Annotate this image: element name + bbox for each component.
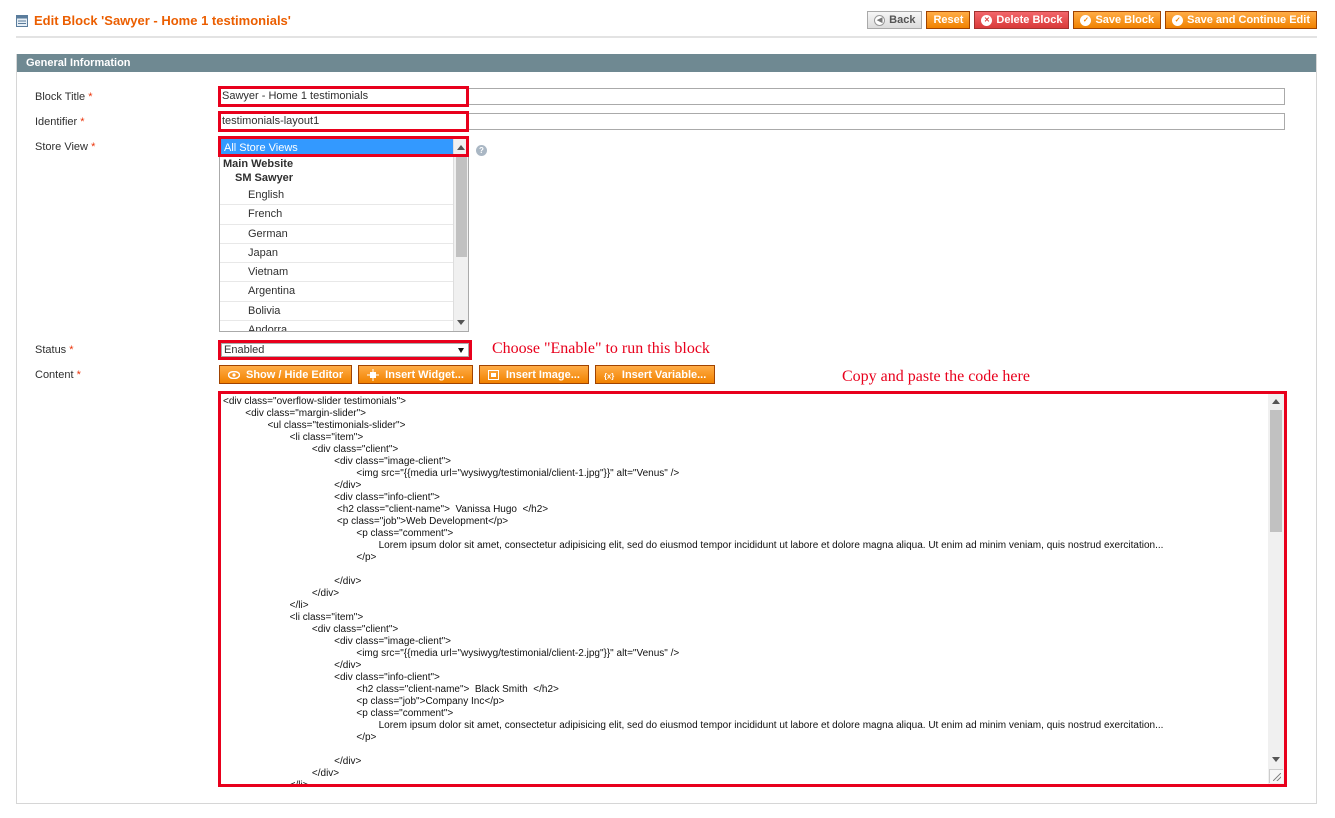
insert-variable-button[interactable]: {x} Insert Variable... (594, 365, 716, 384)
store-view-label: Store View * (35, 141, 96, 153)
help-icon[interactable]: ? (476, 145, 487, 156)
scroll-down-arrow-icon[interactable] (457, 320, 465, 325)
status-annotation: Choose "Enable" to run this block (492, 340, 710, 357)
check-icon: ✓ (1080, 14, 1092, 26)
save-button-label: Save Block (1095, 14, 1155, 26)
highlight-box (218, 86, 469, 107)
highlight-box (218, 391, 1287, 787)
store-view-option[interactable]: German (220, 225, 454, 244)
block-title-label: Block Title * (35, 91, 93, 103)
page-header: Edit Block 'Sawyer - Home 1 testimonials… (16, 8, 1317, 38)
highlight-box (218, 340, 472, 360)
page-title: Edit Block 'Sawyer - Home 1 testimonials… (34, 13, 291, 28)
insert-image-button[interactable]: Insert Image... (478, 365, 589, 384)
store-view-option[interactable]: Argentina (220, 282, 454, 302)
insert-variable-label: Insert Variable... (621, 368, 707, 381)
check-icon: ✓ (1172, 14, 1184, 26)
delete-block-button[interactable]: ✕ Delete Block (974, 11, 1070, 29)
scrollbar-thumb[interactable] (456, 157, 467, 257)
store-view-option[interactable]: Japan (220, 244, 454, 264)
save-continue-button-label: Save and Continue Edit (1187, 14, 1310, 26)
store-view-multiselect[interactable]: All Store Views Main Website SM Sawyer E… (219, 138, 469, 332)
delete-icon: ✕ (981, 14, 993, 26)
store-view-group-main-website: Main Website (223, 158, 294, 170)
highlight-box (218, 111, 469, 132)
widget-icon (367, 368, 380, 381)
back-button-label: Back (889, 14, 916, 26)
store-view-option[interactable]: Vietnam (220, 263, 454, 283)
store-view-option[interactable]: Andorra (220, 321, 454, 331)
svg-text:{x}: {x} (604, 371, 614, 380)
eye-icon (228, 370, 240, 380)
insert-widget-label: Insert Widget... (385, 368, 464, 381)
store-view-option[interactable]: French (220, 205, 454, 225)
editor-toolbar: Show / Hide Editor Insert Widget... Inse… (219, 365, 716, 384)
delete-button-label: Delete Block (996, 14, 1063, 26)
content-label: Content * (35, 369, 81, 381)
reset-button[interactable]: Reset (926, 11, 971, 29)
save-and-continue-button[interactable]: ✓ Save and Continue Edit (1165, 11, 1317, 29)
store-view-option[interactable]: English (220, 186, 454, 206)
variable-icon: {x} (604, 370, 616, 380)
back-button[interactable]: ◀ Back (867, 11, 923, 29)
highlight-box (218, 136, 469, 157)
identifier-label: Identifier * (35, 116, 85, 128)
store-view-scrollbar[interactable] (453, 139, 468, 331)
save-block-button[interactable]: ✓ Save Block (1073, 11, 1162, 29)
back-arrow-icon: ◀ (874, 14, 886, 26)
store-view-subgroup-sm-sawyer: SM Sawyer (235, 172, 294, 184)
content-annotation: Copy and paste the code here (842, 368, 1030, 385)
image-icon (488, 369, 500, 380)
page-title-group: Edit Block 'Sawyer - Home 1 testimonials… (16, 13, 291, 28)
header-buttons: ◀ Back Reset ✕ Delete Block ✓ Save Block… (867, 11, 1317, 29)
insert-widget-button[interactable]: Insert Widget... (358, 365, 473, 384)
store-view-option[interactable]: Bolivia (220, 302, 454, 322)
status-label: Status * (35, 344, 74, 356)
show-hide-editor-button[interactable]: Show / Hide Editor (219, 365, 353, 384)
fieldset-legend: General Information (17, 54, 1316, 72)
show-hide-editor-label: Show / Hide Editor (246, 368, 344, 381)
cms-block-icon (16, 14, 28, 27)
insert-image-label: Insert Image... (505, 368, 580, 381)
